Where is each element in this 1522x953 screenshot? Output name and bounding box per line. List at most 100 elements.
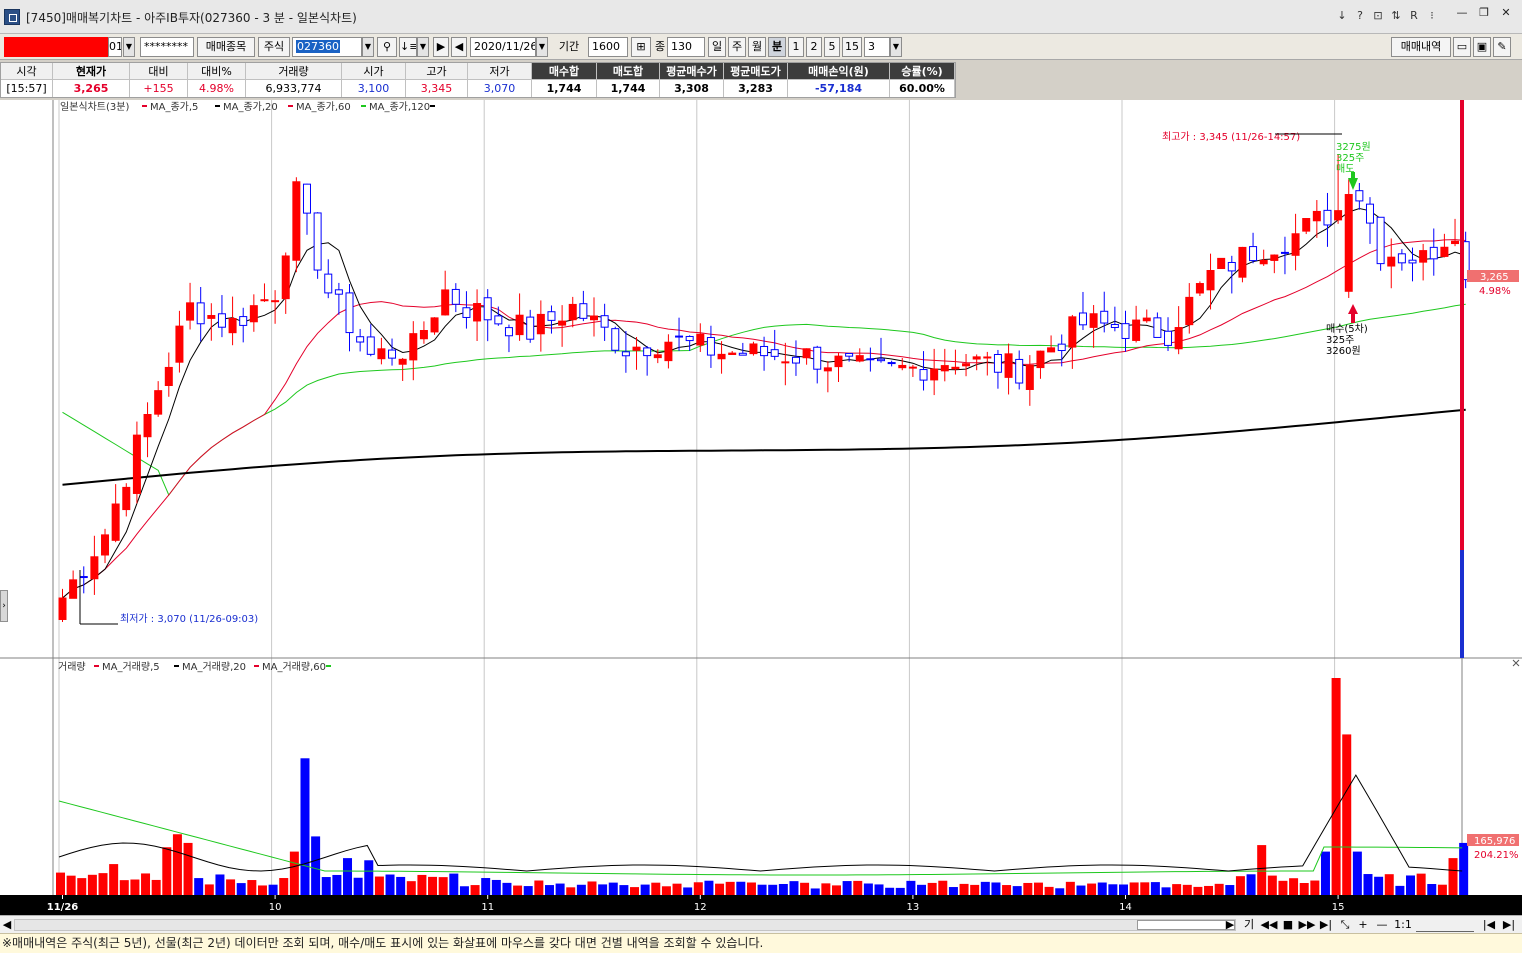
volume-bar: [970, 884, 980, 895]
volume-bar: [842, 881, 852, 895]
interval-5[interactable]: 5: [824, 37, 840, 57]
menu-icon[interactable]: ⁝: [1426, 9, 1438, 22]
trade-item-button[interactable]: 매매종목: [197, 37, 255, 57]
restore-button[interactable]: ❐: [1474, 6, 1494, 22]
date-input[interactable]: 2020/11/26: [470, 37, 536, 57]
volume-ma-legend-label: MA_거래량,20: [182, 661, 246, 673]
candle-body: [813, 346, 822, 370]
scroll-thumb[interactable]: [1137, 920, 1235, 930]
prev-arrow-icon[interactable]: ◀: [451, 37, 467, 57]
x-tick-label: 11: [481, 902, 494, 913]
last-page-icon[interactable]: ▶|: [1502, 918, 1516, 932]
help-icon[interactable]: ?: [1354, 9, 1366, 22]
volume-bar: [279, 878, 289, 895]
scroll-right-icon[interactable]: ▶: [1224, 918, 1236, 932]
legend-swatch: [142, 105, 147, 107]
interval-dropdown[interactable]: ▼: [890, 37, 902, 57]
wrench-icon[interactable]: ✎: [1493, 37, 1511, 57]
ma-legend-label: MA_종가,60: [296, 101, 351, 113]
volume-bar: [162, 847, 172, 895]
volume-bar: [693, 882, 703, 895]
candle-body: [1291, 233, 1300, 256]
chart-scrollbar[interactable]: ◀ ▶ 기 ◀◀ ■ ▶▶ ▶| ⤡ + — 1:1 |◀ ▶|: [0, 915, 1522, 933]
interval-select[interactable]: 3: [864, 37, 890, 57]
candle-body: [122, 486, 131, 511]
volume-bar: [1023, 882, 1033, 895]
trade-history-button[interactable]: 매매내역: [1391, 37, 1451, 57]
frame-icon[interactable]: ⊡: [1372, 9, 1384, 22]
volume-bar: [491, 879, 501, 895]
candle-body: [430, 317, 439, 333]
interval-1[interactable]: 1: [788, 37, 804, 57]
volume-bar: [1172, 884, 1182, 895]
legend-swatch: [326, 665, 331, 667]
candle-body: [419, 330, 428, 340]
interval-15[interactable]: 15: [842, 37, 862, 57]
refresh-icon[interactable]: R: [1408, 9, 1420, 22]
code-input[interactable]: 027360: [292, 37, 362, 57]
count-label: 종: [654, 40, 666, 53]
volume-bar: [449, 873, 459, 895]
volume-bar: [885, 887, 895, 895]
scroll-track[interactable]: [14, 919, 1236, 931]
rewind-icon[interactable]: ◀◀: [1260, 918, 1278, 932]
period-input[interactable]: 1600: [588, 37, 628, 57]
volume-bar: [1331, 678, 1341, 895]
code-dropdown[interactable]: ▼: [362, 37, 374, 57]
tab-minute[interactable]: 분: [768, 37, 786, 57]
volume-bar: [725, 881, 735, 895]
pin-icon[interactable]: ↓: [1336, 9, 1348, 22]
close-button[interactable]: ✕: [1496, 6, 1516, 22]
sort-icon[interactable]: ↓≡: [399, 37, 417, 57]
tab-week[interactable]: 주: [728, 37, 746, 57]
zoom-slider[interactable]: [1416, 918, 1474, 932]
search-icon[interactable]: ⚲: [377, 37, 397, 57]
volume-bar: [863, 883, 873, 895]
end-icon[interactable]: ▶|: [1319, 918, 1333, 932]
fit-icon[interactable]: ⤡: [1337, 918, 1353, 932]
calculator-icon[interactable]: ⊞: [631, 37, 651, 57]
date-dropdown[interactable]: ▼: [536, 37, 548, 57]
volume-bar: [1161, 887, 1171, 895]
quote-header: 평균매수가: [660, 63, 724, 80]
save-icon[interactable]: ▣: [1473, 37, 1491, 57]
count-input[interactable]: 130: [667, 37, 705, 57]
zoom-in-icon[interactable]: +: [1357, 918, 1369, 932]
next-arrow-icon[interactable]: ▶: [433, 37, 449, 57]
chart-area[interactable]: 일본식차트(3분) MA_종가,5 MA_종가,20 MA_종가,60 MA_종가,12…: [0, 100, 1522, 933]
candle-body: [473, 303, 482, 322]
sort-dropdown[interactable]: ▼: [417, 37, 429, 57]
quote-sell-sum: 1,744: [597, 80, 660, 97]
fast-forward-icon[interactable]: ▶▶: [1298, 918, 1316, 932]
first-page-icon[interactable]: |◀: [1482, 918, 1496, 932]
volume-bar: [1193, 886, 1203, 895]
period-label: 기간: [558, 40, 580, 53]
volume-bar: [1002, 885, 1012, 895]
password-field[interactable]: ********: [140, 37, 194, 57]
volume-bar: [1427, 884, 1437, 895]
volume-bar: [778, 883, 788, 895]
candle-body: [313, 212, 322, 271]
interval-2[interactable]: 2: [806, 37, 822, 57]
side-panel-handle[interactable]: ›: [0, 590, 8, 622]
candlestick-chart[interactable]: 일본식차트(3분) MA_종가,5 MA_종가,20 MA_종가,60 MA_종가,12…: [0, 100, 1522, 915]
quote-buy-sum: 1,744: [532, 80, 597, 97]
title-tools: ↓ ? ⊡ ⇅ R ⁝: [1336, 9, 1438, 22]
zoom-reset-button[interactable]: 1:1: [1394, 918, 1412, 932]
buy-marker-label: 매수(5차): [1326, 323, 1368, 335]
tab-day[interactable]: 일: [708, 37, 726, 57]
candle-body: [1397, 253, 1406, 264]
scroll-left-icon[interactable]: ◀: [2, 918, 12, 932]
market-label[interactable]: 주식: [258, 37, 290, 57]
legend-swatch: [174, 665, 179, 667]
quote-pnl: -57,184: [788, 80, 890, 97]
volume-bar: [226, 879, 236, 895]
zoom-out-icon[interactable]: —: [1375, 918, 1389, 932]
account-dropdown[interactable]: ▼: [123, 37, 135, 57]
base-button[interactable]: 기: [1242, 918, 1256, 932]
minimize-button[interactable]: —: [1452, 6, 1472, 22]
link-icon[interactable]: ⇅: [1390, 9, 1402, 22]
folder-icon[interactable]: ▭: [1453, 37, 1471, 57]
stop-icon[interactable]: ■: [1281, 918, 1295, 932]
tab-month[interactable]: 월: [748, 37, 766, 57]
